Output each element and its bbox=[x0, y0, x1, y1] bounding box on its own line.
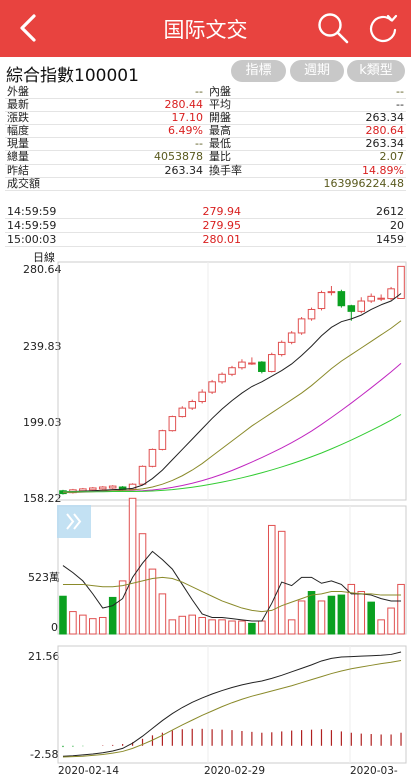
date-label: 2020-03-18 bbox=[350, 765, 398, 778]
volume-bar bbox=[397, 583, 405, 635]
candle bbox=[198, 391, 206, 403]
candle bbox=[218, 373, 226, 383]
volume-bar bbox=[258, 620, 266, 635]
volume-bar bbox=[327, 595, 336, 635]
candle bbox=[168, 416, 177, 432]
volume-bar bbox=[89, 618, 97, 635]
candle bbox=[307, 308, 316, 320]
price-panel-frame bbox=[57, 261, 407, 501]
candle bbox=[347, 305, 356, 312]
volume-bar bbox=[317, 600, 326, 635]
candle bbox=[228, 367, 236, 375]
volume-bar bbox=[218, 619, 226, 635]
volume-bar bbox=[108, 596, 117, 635]
volume-bar bbox=[287, 619, 296, 635]
volume-bar bbox=[69, 611, 77, 635]
volume-bar bbox=[128, 497, 137, 635]
volume-bar bbox=[79, 614, 87, 635]
candle bbox=[158, 430, 167, 450]
candle bbox=[138, 465, 147, 485]
candle bbox=[387, 288, 395, 300]
candle bbox=[367, 295, 375, 302]
date-label: 2020-02-29 bbox=[204, 765, 266, 777]
candle bbox=[287, 332, 296, 343]
volume-bar bbox=[138, 533, 147, 635]
kline-chart[interactable] bbox=[0, 0, 411, 778]
candle bbox=[98, 486, 107, 490]
candle bbox=[208, 381, 216, 393]
candle bbox=[357, 300, 366, 312]
candle bbox=[377, 297, 385, 300]
expand-button[interactable] bbox=[57, 505, 91, 538]
volume-bar bbox=[238, 620, 246, 635]
volume-bar bbox=[337, 594, 346, 635]
volume-bar bbox=[357, 591, 366, 635]
volume-bar bbox=[168, 619, 177, 635]
volume-bar bbox=[178, 615, 187, 635]
volume-bar bbox=[59, 595, 67, 635]
volume-bar bbox=[118, 580, 127, 635]
candle bbox=[248, 362, 256, 365]
volume-bar bbox=[158, 593, 167, 635]
volume-bar bbox=[387, 607, 395, 635]
candle bbox=[297, 318, 306, 334]
candle bbox=[277, 341, 286, 356]
candle bbox=[317, 292, 326, 310]
volume-bar bbox=[307, 591, 316, 635]
volume-bar bbox=[367, 601, 375, 635]
candle bbox=[258, 361, 266, 372]
candle bbox=[79, 488, 87, 492]
candle bbox=[327, 291, 336, 294]
candle bbox=[89, 487, 97, 491]
candle bbox=[337, 291, 346, 307]
volume-bar bbox=[208, 619, 216, 635]
volume-bar bbox=[267, 524, 276, 635]
volume-bar bbox=[377, 619, 385, 635]
volume-bar bbox=[297, 600, 306, 635]
candle bbox=[178, 407, 187, 418]
volume-bar bbox=[98, 616, 107, 635]
double-chevron-right-icon bbox=[66, 513, 82, 530]
candle bbox=[188, 401, 197, 409]
volume-bar bbox=[198, 616, 206, 635]
date-label: 2020-02-14 bbox=[58, 765, 120, 777]
candle bbox=[108, 485, 117, 489]
candle bbox=[267, 354, 276, 372]
candle bbox=[148, 448, 157, 467]
volume-bar bbox=[228, 620, 236, 635]
candle bbox=[238, 361, 246, 369]
volume-bar bbox=[188, 614, 197, 635]
volume-bar bbox=[248, 622, 256, 635]
